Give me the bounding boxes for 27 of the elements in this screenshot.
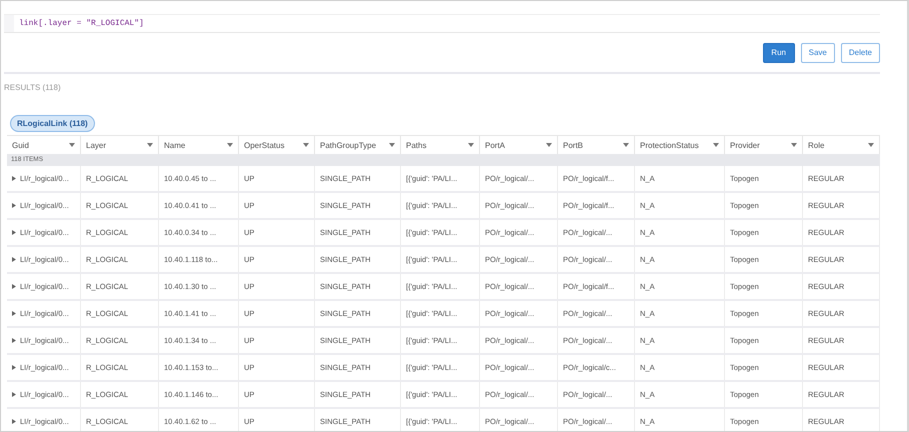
expand-icon[interactable] <box>12 392 16 397</box>
caret-icon <box>713 143 719 147</box>
caret-icon <box>147 143 153 147</box>
caret-icon <box>227 143 233 147</box>
expand-icon[interactable] <box>12 365 16 370</box>
expand-icon[interactable] <box>12 419 16 424</box>
run-button[interactable]: Run <box>762 42 795 62</box>
caret-icon <box>389 143 395 147</box>
caret-icon <box>868 143 874 147</box>
expand-icon[interactable] <box>12 176 16 181</box>
results-label: RESULTS (118) <box>4 83 62 94</box>
expand-icon[interactable] <box>12 311 16 316</box>
query-code[interactable]: link[.layer = "R_LOGICAL"] <box>14 15 144 32</box>
caret-icon <box>623 143 629 147</box>
expand-icon[interactable] <box>12 338 16 343</box>
caret-icon <box>303 143 309 147</box>
expand-icon[interactable] <box>12 203 16 208</box>
result-tab[interactable]: RLogicalLink (118) <box>10 115 95 132</box>
caret-icon <box>791 143 797 147</box>
save-button[interactable]: Save <box>800 42 835 62</box>
caret-icon <box>69 143 75 147</box>
caret-icon <box>468 143 474 147</box>
delete-button[interactable]: Delete <box>840 42 880 62</box>
expand-icon[interactable] <box>12 230 16 235</box>
expand-icon[interactable] <box>12 257 16 262</box>
caret-icon <box>546 143 552 147</box>
expand-icon[interactable] <box>12 284 16 289</box>
